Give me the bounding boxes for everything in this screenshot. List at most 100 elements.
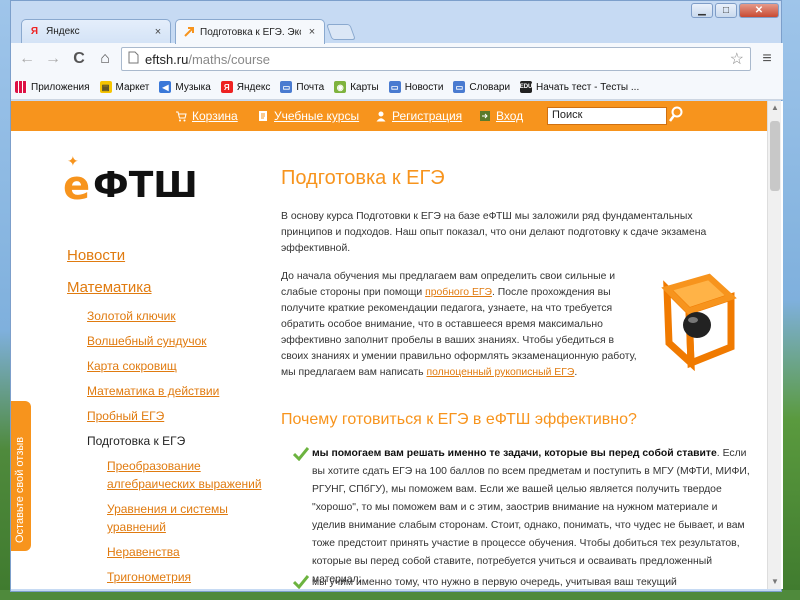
eftsh-favicon-icon xyxy=(182,26,195,39)
bookmarks-bar: Приложения ▤ Маркет ◀ Музыка Я Яндекс ▭ Почт… xyxy=(11,75,783,100)
scroll-up-icon[interactable]: ▲ xyxy=(768,101,782,115)
dictionary-icon: ▭ xyxy=(453,81,466,93)
bookmark-market[interactable]: ▤ Маркет xyxy=(99,81,150,93)
feedback-label: Оставьте свой отзыв xyxy=(14,436,26,543)
bookmark-star-icon[interactable]: ☆ xyxy=(730,49,744,69)
sidebar-item-exam-prep[interactable]: Подготовка к ЕГЭ xyxy=(87,434,185,448)
page-icon xyxy=(128,51,139,67)
bookmark-label: Словари xyxy=(469,81,511,93)
bookmark-mail[interactable]: ▭ Почта xyxy=(280,81,324,93)
tab-yandex[interactable]: Я Яндекс × xyxy=(21,19,171,43)
nav-register[interactable]: Регистрация xyxy=(375,109,462,123)
scroll-thumb[interactable] xyxy=(770,121,780,191)
sidebar-subitem-expressions-2[interactable]: алгебраических выражений xyxy=(107,477,262,491)
url-path: /maths/course xyxy=(188,51,271,67)
close-window-button[interactable]: ✕ xyxy=(739,3,779,18)
sidebar-subitem-inequalities[interactable]: Неравенства xyxy=(107,545,180,559)
site-top-nav: Корзина Учебные курсы Регистрация Вход П… xyxy=(11,101,769,131)
user-icon xyxy=(375,110,387,122)
music-icon: ◀ xyxy=(159,81,172,93)
bookmark-label: Почта xyxy=(296,81,325,93)
page-scrollbar[interactable]: ▲ ▼ xyxy=(767,101,781,589)
tab-close-icon[interactable]: × xyxy=(152,26,164,38)
bookmark-label: Яндекс xyxy=(236,81,271,93)
bookmark-yandex[interactable]: Я Яндекс xyxy=(220,81,271,93)
edu-icon: EDU xyxy=(520,81,532,93)
market-icon: ▤ xyxy=(99,81,112,93)
nav-cart[interactable]: Корзина xyxy=(175,109,238,123)
tab-eftsh[interactable]: Подготовка к ЕГЭ. Экспрес × xyxy=(175,19,325,44)
trial-exam-link[interactable]: пробного ЕГЭ xyxy=(425,287,492,298)
yandex-icon: Я xyxy=(220,81,233,93)
list-item-bold: мы помогаем вам решать именно те задачи,… xyxy=(312,448,717,459)
browser-window: Я Яндекс × Подготовка к ЕГЭ. Экспрес × ▁… xyxy=(10,0,783,592)
bookmark-label: Приложения xyxy=(31,81,90,93)
sidebar-subitem-trigonometry[interactable]: Тригонометрия xyxy=(107,570,191,584)
back-button[interactable]: ← xyxy=(17,50,37,68)
forward-button[interactable]: → xyxy=(43,50,63,68)
full-exam-link[interactable]: полноценный рукописный ЕГЭ xyxy=(426,367,574,378)
home-button[interactable]: ⌂ xyxy=(95,50,115,68)
site-logo[interactable]: ✦ е ФТШ xyxy=(63,153,198,209)
cube-illustration xyxy=(655,267,739,372)
search-icon[interactable] xyxy=(668,105,684,125)
window-controls: ▁ □ ✕ xyxy=(691,3,779,18)
news-icon: ▭ xyxy=(388,81,401,93)
tab-close-icon[interactable]: × xyxy=(306,26,318,38)
nav-link[interactable]: Вход xyxy=(496,109,523,123)
nav-courses[interactable]: Учебные курсы xyxy=(257,109,359,123)
courses-icon xyxy=(257,110,269,122)
sidebar-item-trial-exam[interactable]: Пробный ЕГЭ xyxy=(87,409,164,423)
nav-link[interactable]: Корзина xyxy=(192,109,238,123)
sidebar-item-news[interactable]: Новости xyxy=(67,247,125,264)
url-host: eftsh.ru xyxy=(145,51,189,67)
sidebar-item-magic-chest[interactable]: Волшебный сундучок xyxy=(87,334,207,348)
yandex-favicon-icon: Я xyxy=(30,26,39,37)
sidebar-subitem-expressions[interactable]: Преобразование xyxy=(107,459,201,473)
maximize-button[interactable]: □ xyxy=(715,3,737,18)
desktop-background-left xyxy=(0,0,10,600)
bookmark-label: Карты xyxy=(350,81,379,93)
bookmark-label: Новости xyxy=(404,81,444,93)
address-bar[interactable]: eftsh.ru/maths/course ☆ xyxy=(121,47,751,71)
minimize-button[interactable]: ▁ xyxy=(691,3,713,18)
text: . xyxy=(574,367,578,378)
text: . После прохождения вы получите краткие … xyxy=(281,287,637,378)
sidebar-subitem-equations-2[interactable]: уравнений xyxy=(107,520,166,534)
second-paragraph: До начала обучения мы предлагаем вам опр… xyxy=(281,269,643,381)
bookmark-label: Маркет xyxy=(115,81,150,93)
sidebar-subitem-equations[interactable]: Уравнения и системы xyxy=(107,502,228,516)
site-search-input[interactable]: Поиск xyxy=(547,107,667,125)
desktop-background-right xyxy=(782,0,800,600)
bookmark-music[interactable]: ◀ Музыка xyxy=(159,81,211,93)
bookmark-dictionary[interactable]: ▭ Словари xyxy=(453,81,510,93)
bookmark-maps[interactable]: ◉ Карты xyxy=(334,81,379,93)
logo-text: ФТШ xyxy=(93,165,198,206)
bookmark-label: Начать тест - Тесты ... xyxy=(536,81,640,93)
list-item-text: . Если вы хотите сдать ЕГЭ на 100 баллов… xyxy=(312,448,750,585)
nav-link[interactable]: Учебные курсы xyxy=(274,109,359,123)
feedback-tab[interactable]: Оставьте свой отзыв xyxy=(11,401,31,551)
reload-button[interactable]: C xyxy=(69,50,89,68)
sidebar-item-math-in-action[interactable]: Математика в действии xyxy=(87,384,219,398)
logo-e: е xyxy=(63,163,91,209)
sidebar-item-treasure-map[interactable]: Карта сокровищ xyxy=(87,359,177,373)
bookmark-edu-test[interactable]: EDU Начать тест - Тесты ... xyxy=(520,81,639,93)
bookmark-label: Музыка xyxy=(175,81,211,93)
scroll-down-icon[interactable]: ▼ xyxy=(768,575,782,589)
browser-toolbar: ← → C ⌂ eftsh.ru/maths/course ☆ ≡ xyxy=(11,43,783,75)
nav-link[interactable]: Регистрация xyxy=(392,109,462,123)
bookmark-news[interactable]: ▭ Новости xyxy=(388,81,444,93)
section-heading: Почему готовиться к ЕГЭ в еФТШ эффективн… xyxy=(281,411,637,428)
cart-icon xyxy=(175,110,187,122)
menu-icon[interactable]: ≡ xyxy=(757,50,777,68)
maps-icon: ◉ xyxy=(334,81,347,93)
new-tab-button[interactable] xyxy=(326,24,356,40)
nav-login[interactable]: Вход xyxy=(479,109,523,123)
page-title: Подготовка к ЕГЭ xyxy=(281,167,445,189)
apps-icon xyxy=(15,81,27,93)
sidebar-item-golden-key[interactable]: Золотой ключик xyxy=(87,309,176,323)
list-item: мы помогаем вам решать именно те задачи,… xyxy=(312,445,750,589)
bookmark-apps[interactable]: Приложения xyxy=(15,81,90,93)
sidebar-item-math[interactable]: Математика xyxy=(67,279,152,296)
